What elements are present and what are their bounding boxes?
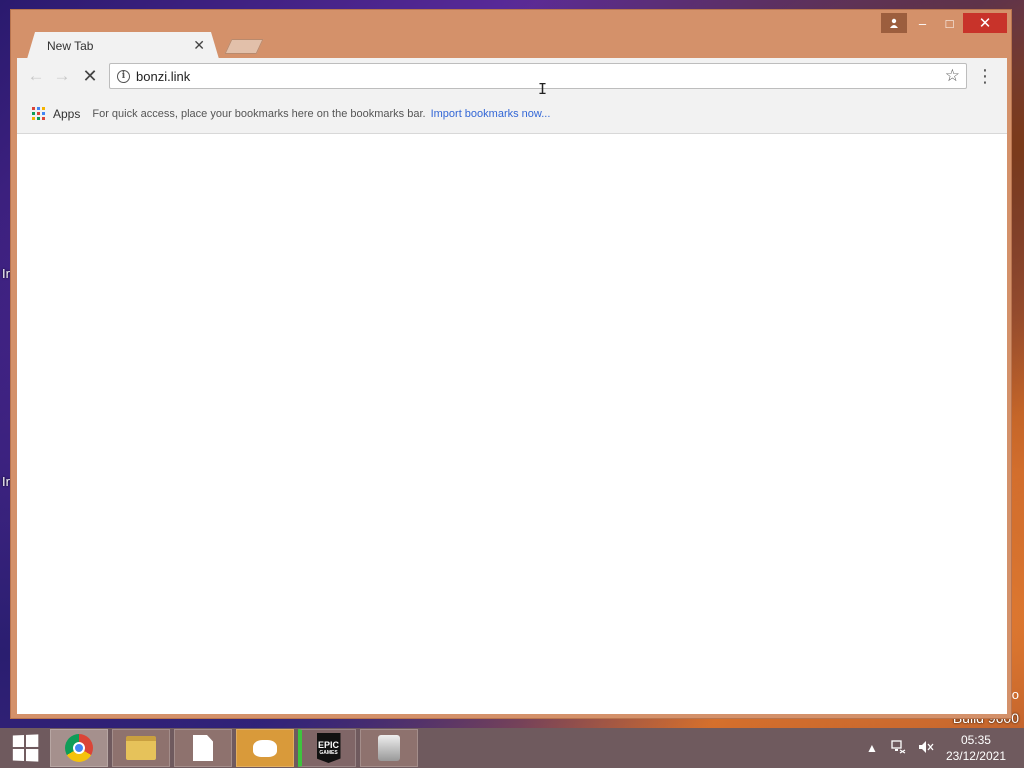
discord-icon [253,739,277,757]
bookmark-star-icon[interactable]: ☆ [945,66,960,86]
desktop-icon-label[interactable]: Ir [2,266,10,281]
text-cursor-icon: I [538,80,548,98]
windows-logo-icon [12,734,39,762]
desktop-watermark-partial: o [1011,687,1019,702]
close-window-button[interactable]: ✕ [963,13,1007,33]
site-info-icon[interactable]: i [117,69,130,83]
taskbar-discord[interactable] [236,729,294,767]
tab-new-tab[interactable]: New Tab ✕ [27,32,219,59]
tab-title: New Tab [47,38,94,53]
clock[interactable]: 05:35 23/12/2021 [946,732,1006,764]
show-hidden-icons-icon[interactable]: ▲ [866,741,878,755]
import-bookmarks-link[interactable]: Import bookmarks now... [431,108,551,120]
taskbar-document[interactable] [174,729,232,767]
start-button[interactable] [0,728,50,768]
maximize-button[interactable]: □ [936,13,963,33]
profile-button[interactable] [881,13,907,33]
epic-games-icon: EPIC GAMES [316,733,341,763]
bookmarks-bar: Apps For quick access, place your bookma… [17,94,1007,134]
system-tray: ▲ 05:35 23/12/2021 [860,728,1024,768]
network-icon[interactable] [890,739,906,757]
volume-muted-icon[interactable] [918,740,934,757]
close-tab-icon[interactable]: ✕ [193,37,205,54]
taskbar-app[interactable] [360,729,418,767]
taskbar-epic-games[interactable]: EPIC GAMES [298,729,356,767]
back-button[interactable]: ← [23,63,49,89]
app-icon [378,735,400,761]
clock-time: 05:35 [960,733,991,747]
bookmarks-hint-text: For quick access, place your bookmarks h… [92,107,426,120]
taskbar-chrome[interactable] [50,729,108,767]
folder-icon [126,736,156,760]
apps-grid-icon[interactable] [32,106,46,121]
desktop-icon-label[interactable]: Ir [2,474,10,489]
chrome-window: – □ ✕ New Tab ✕ ← → ✕ i ☆ ⋮ Apps For qui… [10,9,1012,719]
file-icon [193,735,213,761]
forward-button[interactable]: → [49,63,75,89]
taskbar-file-explorer[interactable] [112,729,170,767]
epic-sublabel: GAMES [319,750,338,756]
page-content[interactable] [17,134,1007,714]
stop-loading-button[interactable]: ✕ [77,63,103,89]
minimize-button[interactable]: – [909,13,936,33]
chrome-icon [65,734,93,762]
clock-date: 23/12/2021 [945,749,1006,763]
person-icon [890,18,898,28]
caption-buttons: – □ ✕ [881,13,1007,33]
tab-strip: New Tab ✕ [19,30,319,59]
epic-label: EPIC [317,740,339,750]
new-tab-button[interactable] [224,39,264,54]
toolbar: ← → ✕ i ☆ ⋮ [17,58,1007,94]
taskbar: EPIC GAMES ▲ 05:35 23/12/2021 [0,728,1024,768]
apps-shortcut[interactable]: Apps [53,107,80,121]
chrome-menu-icon[interactable]: ⋮ [975,66,995,87]
